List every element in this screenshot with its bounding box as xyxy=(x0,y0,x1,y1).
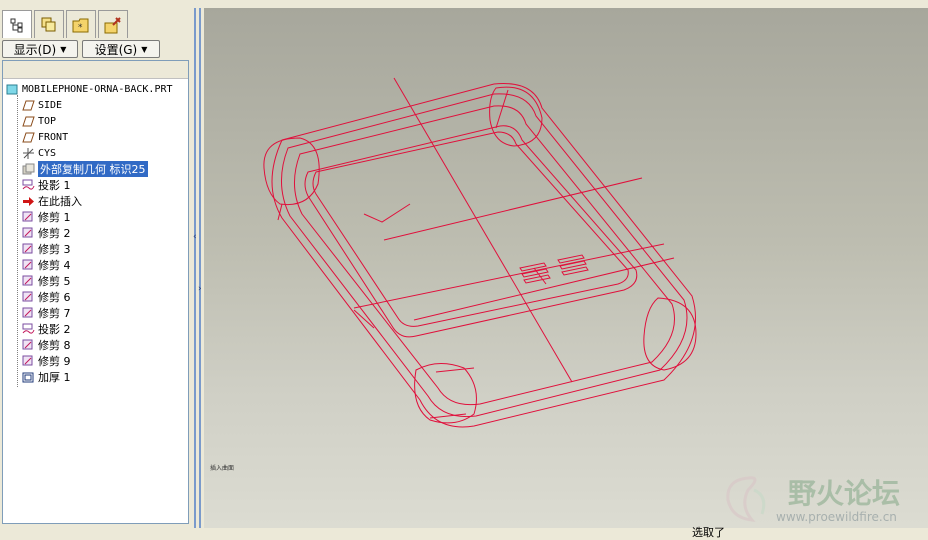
tree-item-label: 修剪 1 xyxy=(38,211,71,224)
part-icon xyxy=(5,82,19,96)
tab-layers[interactable] xyxy=(34,10,64,38)
tree-item-label: 修剪 7 xyxy=(38,307,71,320)
collapse-left-icon[interactable]: ‹ xyxy=(193,232,197,242)
layers-icon xyxy=(41,17,56,31)
tree-item[interactable]: 投影 2 xyxy=(21,321,71,337)
tab-folder-browser[interactable]: * xyxy=(66,10,96,38)
projection-icon xyxy=(21,322,35,336)
mobilephone-wireframe xyxy=(263,77,697,428)
insert-here-arrow-icon xyxy=(21,194,35,208)
tree-item[interactable]: 外部复制几何 标识25 xyxy=(21,161,148,177)
tree-item[interactable]: 修剪 6 xyxy=(21,289,71,305)
tree-item-label: 投影 1 xyxy=(38,179,71,192)
navigator-tabs: * xyxy=(2,10,128,38)
splitter-bar xyxy=(199,8,201,528)
thicken-icon xyxy=(21,370,35,384)
chevron-down-icon: ▼ xyxy=(60,44,67,54)
coordinate-system-icon xyxy=(21,146,35,160)
trim-icon xyxy=(21,210,35,224)
tree-column-header xyxy=(3,61,188,79)
tree-item-label: TOP xyxy=(38,115,57,127)
tree-item[interactable]: SIDE xyxy=(21,97,62,113)
tree-item-label: 修剪 6 xyxy=(38,291,71,304)
chevron-down-icon: ▼ xyxy=(141,44,148,54)
trim-icon xyxy=(21,338,35,352)
tree-item[interactable]: CYS xyxy=(21,145,56,161)
tree-item[interactable]: FRONT xyxy=(21,129,68,145)
tree-item-label: 修剪 8 xyxy=(38,339,71,352)
tab-favorites[interactable] xyxy=(98,10,128,38)
graphics-window[interactable]: 插入曲面 xyxy=(204,8,928,528)
tree-item[interactable]: 修剪 9 xyxy=(21,353,71,369)
trim-icon xyxy=(21,306,35,320)
trim-icon xyxy=(21,258,35,272)
splitter-bar xyxy=(194,8,196,528)
model-tree-panel: * 显示(D) ▼ 设置(G) ▼ MOBILEPHONE-ORNA-BACK.… xyxy=(0,0,192,536)
folder-star-icon: * xyxy=(72,18,89,33)
trim-icon xyxy=(21,274,35,288)
tree-item-label: 投影 2 xyxy=(38,323,71,336)
tree-item[interactable]: 修剪 2 xyxy=(21,225,71,241)
tree-item-label: 加厚 1 xyxy=(38,371,71,384)
model-tree: MOBILEPHONE-ORNA-BACK.PRT SIDE TOP FRONT CY… xyxy=(2,60,189,524)
tree-item-label: SIDE xyxy=(38,99,63,111)
tree-item-label: 在此插入 xyxy=(38,195,82,208)
tree-item-label: 外部复制几何 标识25 xyxy=(38,161,148,177)
tree-item[interactable]: 在此插入 xyxy=(21,193,82,209)
watermark-title: 野火论坛 xyxy=(788,477,901,510)
watermark-url: www.proewildfire.cn xyxy=(776,510,897,524)
datum-plane-icon xyxy=(21,114,35,128)
datum-plane-icon xyxy=(21,98,35,112)
tree-item-label: FRONT xyxy=(38,131,69,143)
svg-text:*: * xyxy=(78,23,83,33)
tree-connector-line xyxy=(17,95,18,387)
expand-right-icon[interactable]: › xyxy=(198,284,202,294)
tree-item-label: 修剪 4 xyxy=(38,259,71,272)
tree-item[interactable]: 加厚 1 xyxy=(21,369,71,385)
tree-item[interactable]: 修剪 8 xyxy=(21,337,71,353)
trim-icon xyxy=(21,226,35,240)
trim-icon xyxy=(21,290,35,304)
tree-item-label: 修剪 2 xyxy=(38,227,71,240)
tree-item[interactable]: 修剪 4 xyxy=(21,257,71,273)
copy-geometry-icon xyxy=(21,162,35,176)
tree-item[interactable]: 修剪 7 xyxy=(21,305,71,321)
display-dropdown[interactable]: 显示(D) ▼ xyxy=(2,40,78,58)
projection-icon xyxy=(21,178,35,192)
model-tree-icon xyxy=(10,18,23,32)
tree-item-label: 修剪 5 xyxy=(38,275,71,288)
settings-dropdown[interactable]: 设置(G) ▼ xyxy=(82,40,160,58)
favorites-tools-icon xyxy=(104,16,121,33)
display-dropdown-label: 显示(D) xyxy=(13,42,57,57)
tab-model-tree[interactable] xyxy=(2,10,32,38)
settings-dropdown-label: 设置(G) xyxy=(94,42,138,57)
tree-item[interactable]: 投影 1 xyxy=(21,177,71,193)
tree-root-label: MOBILEPHONE-ORNA-BACK.PRT xyxy=(22,83,173,95)
graphics-small-label: 插入曲面 xyxy=(210,464,234,472)
panel-splitter[interactable]: ‹ › xyxy=(192,0,204,536)
tree-root[interactable]: MOBILEPHONE-ORNA-BACK.PRT xyxy=(5,81,173,97)
tree-item-label: 修剪 9 xyxy=(38,355,71,368)
datum-plane-icon xyxy=(21,130,35,144)
tree-item[interactable]: 修剪 3 xyxy=(21,241,71,257)
wireframe-model: 插入曲面 xyxy=(210,77,697,472)
tree-item[interactable]: 修剪 5 xyxy=(21,273,71,289)
tree-item-label: CYS xyxy=(38,147,57,159)
trim-icon xyxy=(21,242,35,256)
tree-item-label: 修剪 3 xyxy=(38,243,71,256)
trim-icon xyxy=(21,354,35,368)
tree-item[interactable]: TOP xyxy=(21,113,56,129)
tree-item[interactable]: 修剪 1 xyxy=(21,209,71,225)
watermark: 野火论坛 www.proewildfire.cn xyxy=(718,470,928,530)
